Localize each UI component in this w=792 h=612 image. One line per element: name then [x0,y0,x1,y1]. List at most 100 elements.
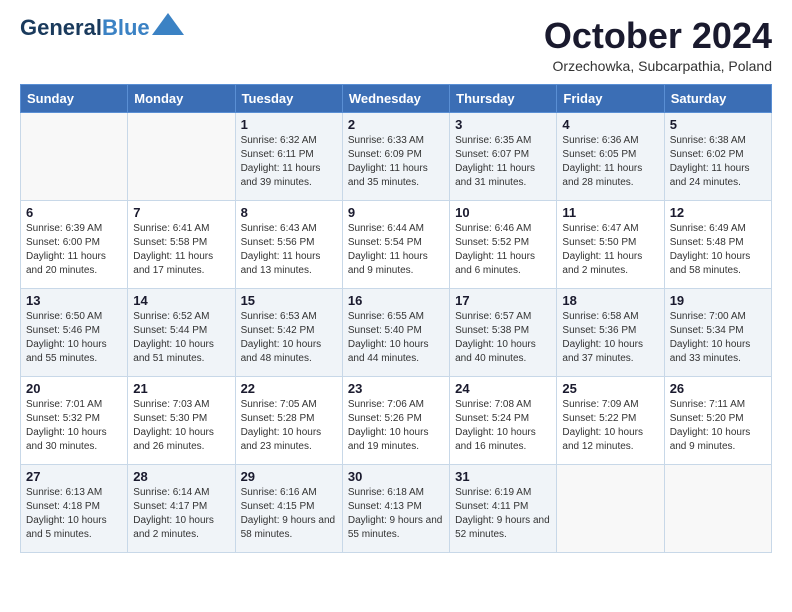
day-number: 21 [133,381,229,396]
day-info: Sunrise: 6:50 AM Sunset: 5:46 PM Dayligh… [26,310,122,366]
calendar-cell: 4 Sunrise: 6:36 AM Sunset: 6:05 PM Daylig… [557,112,664,200]
col-saturday: Saturday [664,84,771,112]
day-number: 6 [26,205,122,220]
day-info: Sunrise: 7:01 AM Sunset: 5:32 PM Dayligh… [26,398,122,454]
week-row-2: 6Sunrise: 6:39 AM Sunset: 6:00 PM Daylig… [21,200,772,288]
week-row-1: 1 Sunrise: 6:32 AM Sunset: 6:11 PM Daylig… [21,112,772,200]
day-number: 18 [562,293,658,308]
calendar-cell: 17Sunrise: 6:57 AM Sunset: 5:38 PM Dayli… [450,288,557,376]
calendar-body: 1 Sunrise: 6:32 AM Sunset: 6:11 PM Daylig… [21,112,772,552]
calendar-cell: 2 Sunrise: 6:33 AM Sunset: 6:09 PM Daylig… [342,112,449,200]
calendar-cell: 20 Sunrise: 7:01 AM Sunset: 5:32 PM Dayli… [21,376,128,464]
day-info: Sunrise: 6:19 AM Sunset: 4:11 PM Dayligh… [455,486,551,542]
day-number: 9 [348,205,444,220]
day-number: 13 [26,293,122,308]
calendar-cell [128,112,235,200]
day-info: Sunrise: 6:52 AM Sunset: 5:44 PM Dayligh… [133,310,229,366]
day-info: Sunrise: 7:11 AM Sunset: 5:20 PM Dayligh… [670,398,766,454]
calendar-cell: 26 Sunrise: 7:11 AM Sunset: 5:20 PM Dayli… [664,376,771,464]
calendar-cell: 13 Sunrise: 6:50 AM Sunset: 5:46 PM Dayli… [21,288,128,376]
day-number: 28 [133,469,229,484]
day-number: 26 [670,381,766,396]
day-info: Sunrise: 6:16 AM Sunset: 4:15 PM Dayligh… [241,486,337,542]
calendar-cell: 6Sunrise: 6:39 AM Sunset: 6:00 PM Daylig… [21,200,128,288]
day-number: 10 [455,205,551,220]
title-block: October 2024 Orzechowka, Subcarpathia, P… [544,16,772,74]
day-info: Sunrise: 6:58 AM Sunset: 5:36 PM Dayligh… [562,310,658,366]
day-info: Sunrise: 6:44 AM Sunset: 5:54 PM Dayligh… [348,222,444,278]
calendar-cell: 30Sunrise: 6:18 AM Sunset: 4:13 PM Dayli… [342,464,449,552]
calendar-header: Sunday Monday Tuesday Wednesday Thursday… [21,84,772,112]
day-info: Sunrise: 6:57 AM Sunset: 5:38 PM Dayligh… [455,310,551,366]
day-number: 20 [26,381,122,396]
day-number: 19 [670,293,766,308]
day-info: Sunrise: 6:35 AM Sunset: 6:07 PM Dayligh… [455,134,551,190]
day-info: Sunrise: 6:14 AM Sunset: 4:17 PM Dayligh… [133,486,229,542]
day-number: 2 [348,117,444,132]
header-row: Sunday Monday Tuesday Wednesday Thursday… [21,84,772,112]
day-info: Sunrise: 6:41 AM Sunset: 5:58 PM Dayligh… [133,222,229,278]
day-number: 11 [562,205,658,220]
calendar-cell: 29 Sunrise: 6:16 AM Sunset: 4:15 PM Dayli… [235,464,342,552]
month-title: October 2024 [544,16,772,56]
calendar-cell: 21 Sunrise: 7:03 AM Sunset: 5:30 PM Dayli… [128,376,235,464]
day-number: 30 [348,469,444,484]
day-number: 24 [455,381,551,396]
calendar-cell: 24 Sunrise: 7:08 AM Sunset: 5:24 PM Dayli… [450,376,557,464]
calendar-table: Sunday Monday Tuesday Wednesday Thursday… [20,84,772,553]
day-info: Sunrise: 6:46 AM Sunset: 5:52 PM Dayligh… [455,222,551,278]
calendar-cell: 25 Sunrise: 7:09 AM Sunset: 5:22 PM Dayli… [557,376,664,464]
logo-icon [152,13,184,35]
calendar-cell: 19 Sunrise: 7:00 AM Sunset: 5:34 PM Dayli… [664,288,771,376]
day-info: Sunrise: 7:05 AM Sunset: 5:28 PM Dayligh… [241,398,337,454]
day-info: Sunrise: 6:43 AM Sunset: 5:56 PM Dayligh… [241,222,337,278]
logo-text: GeneralBlue [20,16,150,40]
day-number: 4 [562,117,658,132]
day-number: 25 [562,381,658,396]
day-info: Sunrise: 6:36 AM Sunset: 6:05 PM Dayligh… [562,134,658,190]
calendar-cell: 11 Sunrise: 6:47 AM Sunset: 5:50 PM Dayli… [557,200,664,288]
calendar-cell [664,464,771,552]
day-number: 8 [241,205,337,220]
page-container: GeneralBlue October 2024 Orzechowka, Sub… [0,0,792,569]
page-header: GeneralBlue October 2024 Orzechowka, Sub… [20,16,772,74]
day-info: Sunrise: 7:09 AM Sunset: 5:22 PM Dayligh… [562,398,658,454]
day-info: Sunrise: 7:00 AM Sunset: 5:34 PM Dayligh… [670,310,766,366]
day-info: Sunrise: 6:47 AM Sunset: 5:50 PM Dayligh… [562,222,658,278]
day-number: 29 [241,469,337,484]
day-info: Sunrise: 6:53 AM Sunset: 5:42 PM Dayligh… [241,310,337,366]
day-info: Sunrise: 6:13 AM Sunset: 4:18 PM Dayligh… [26,486,122,542]
col-tuesday: Tuesday [235,84,342,112]
day-number: 27 [26,469,122,484]
day-number: 31 [455,469,551,484]
day-info: Sunrise: 7:03 AM Sunset: 5:30 PM Dayligh… [133,398,229,454]
day-info: Sunrise: 7:06 AM Sunset: 5:26 PM Dayligh… [348,398,444,454]
calendar-cell: 22Sunrise: 7:05 AM Sunset: 5:28 PM Dayli… [235,376,342,464]
week-row-3: 13 Sunrise: 6:50 AM Sunset: 5:46 PM Dayli… [21,288,772,376]
calendar-cell: 10 Sunrise: 6:46 AM Sunset: 5:52 PM Dayli… [450,200,557,288]
col-monday: Monday [128,84,235,112]
day-info: Sunrise: 7:08 AM Sunset: 5:24 PM Dayligh… [455,398,551,454]
day-number: 12 [670,205,766,220]
calendar-cell: 14 Sunrise: 6:52 AM Sunset: 5:44 PM Dayli… [128,288,235,376]
calendar-cell: 16Sunrise: 6:55 AM Sunset: 5:40 PM Dayli… [342,288,449,376]
day-info: Sunrise: 6:33 AM Sunset: 6:09 PM Dayligh… [348,134,444,190]
calendar-cell: 7Sunrise: 6:41 AM Sunset: 5:58 PM Daylig… [128,200,235,288]
calendar-cell: 9 Sunrise: 6:44 AM Sunset: 5:54 PM Daylig… [342,200,449,288]
day-number: 16 [348,293,444,308]
day-number: 5 [670,117,766,132]
week-row-4: 20 Sunrise: 7:01 AM Sunset: 5:32 PM Dayli… [21,376,772,464]
col-thursday: Thursday [450,84,557,112]
day-info: Sunrise: 6:38 AM Sunset: 6:02 PM Dayligh… [670,134,766,190]
day-number: 3 [455,117,551,132]
calendar-cell: 3 Sunrise: 6:35 AM Sunset: 6:07 PM Daylig… [450,112,557,200]
calendar-cell: 8 Sunrise: 6:43 AM Sunset: 5:56 PM Daylig… [235,200,342,288]
day-number: 14 [133,293,229,308]
day-info: Sunrise: 6:49 AM Sunset: 5:48 PM Dayligh… [670,222,766,278]
calendar-cell: 5 Sunrise: 6:38 AM Sunset: 6:02 PM Daylig… [664,112,771,200]
day-number: 1 [241,117,337,132]
logo: GeneralBlue [20,16,184,40]
calendar-cell: 15 Sunrise: 6:53 AM Sunset: 5:42 PM Dayli… [235,288,342,376]
day-info: Sunrise: 6:32 AM Sunset: 6:11 PM Dayligh… [241,134,337,190]
day-number: 15 [241,293,337,308]
